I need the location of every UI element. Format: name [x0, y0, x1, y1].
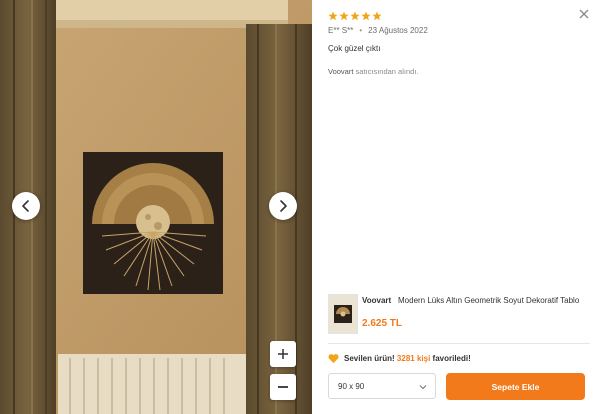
favorites-info: Sevilen ürün! 3281 kişi favoriledi! — [328, 353, 471, 364]
seller-name[interactable]: Voovart — [328, 67, 353, 76]
review-author: E** S** — [328, 26, 354, 35]
product-price: 2.625 TL — [362, 318, 403, 329]
size-select[interactable]: 90 x 90 — [328, 373, 436, 399]
previous-photo-button[interactable] — [12, 192, 40, 220]
next-photo-button[interactable] — [269, 192, 297, 220]
star-icon — [361, 11, 371, 21]
product-brand[interactable]: Voovart — [362, 296, 391, 305]
star-icon — [350, 11, 360, 21]
seller-info: Voovart satıcısından alındı. — [328, 67, 419, 76]
zoom-in-icon — [278, 349, 288, 359]
review-photo — [0, 0, 312, 414]
photo-illustration — [0, 0, 312, 414]
review-date: 23 Ağustos 2022 — [368, 26, 428, 35]
meta-separator: • — [359, 26, 363, 35]
product-thumbnail-image — [329, 295, 357, 333]
chevron-right-icon — [280, 200, 287, 212]
zoom-out-button[interactable] — [270, 374, 296, 400]
favorites-suffix: favoriledi! — [432, 354, 471, 363]
star-icon — [372, 11, 382, 21]
seller-suffix: satıcısından alındı. — [355, 67, 419, 76]
review-detail-panel: E** S** • 23 Ağustos 2022 Çok güzel çıktı … — [312, 0, 600, 414]
heart-icon — [328, 354, 339, 364]
product-name[interactable]: Modern Lüks Altın Geometrik Soyut Dekora… — [398, 296, 586, 305]
favorites-prefix: Sevilen ürün! — [344, 354, 395, 363]
product-thumbnail[interactable] — [328, 294, 358, 334]
divider — [328, 343, 590, 344]
chevron-left-icon — [22, 200, 29, 212]
zoom-in-button[interactable] — [270, 341, 296, 367]
rating-stars — [328, 11, 382, 21]
add-to-cart-button[interactable]: Sepete Ekle — [446, 373, 585, 400]
star-icon — [339, 11, 349, 21]
close-icon[interactable] — [578, 8, 590, 20]
product-card[interactable]: Voovart Modern Lüks Altın Geometrik Soyu… — [328, 294, 590, 338]
zoom-out-icon — [278, 386, 288, 388]
star-icon — [328, 11, 338, 21]
size-select-value: 90 x 90 — [338, 381, 365, 391]
review-comment: Çok güzel çıktı — [328, 44, 381, 53]
favorites-count: 3281 kişi — [396, 354, 431, 363]
review-meta: E** S** • 23 Ağustos 2022 — [328, 26, 428, 35]
chevron-down-icon — [419, 385, 427, 390]
